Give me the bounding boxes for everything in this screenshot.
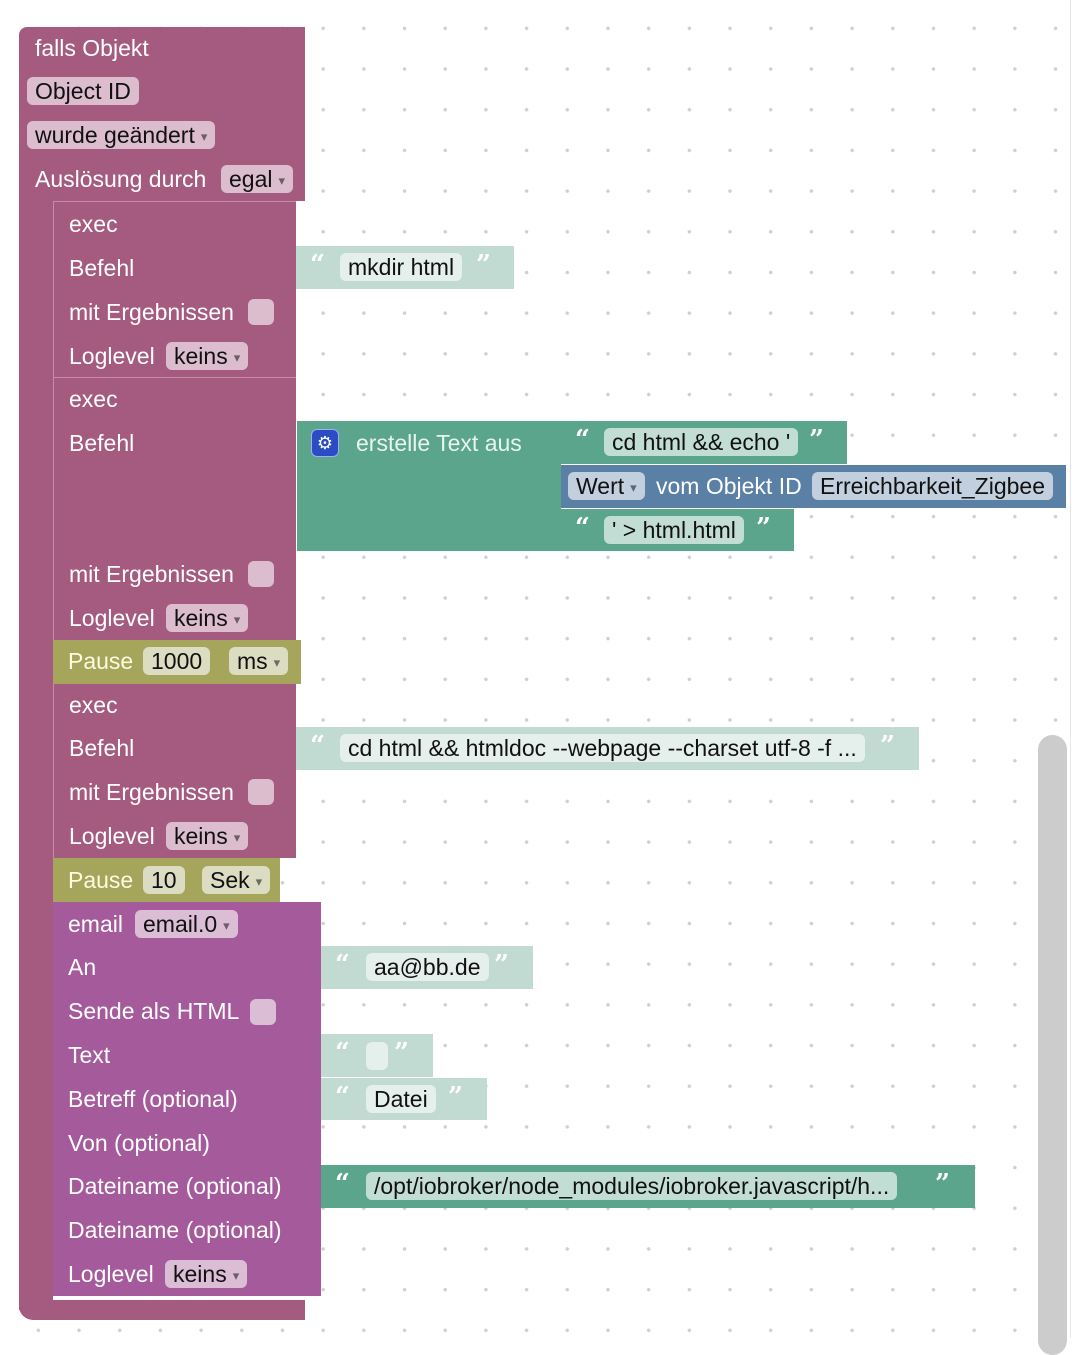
text-block-subject[interactable]: “ Datei ” <box>321 1078 487 1120</box>
exec-title: exec <box>69 386 118 412</box>
filename-label-2: Dateiname (optional) <box>68 1217 282 1243</box>
email-block[interactable]: email email.0 An Sende als HTML Text Bet… <box>53 902 321 1296</box>
pause-block-2[interactable]: Pause 10 Sek <box>53 858 280 902</box>
pause-unit-dropdown[interactable]: Sek <box>202 866 271 894</box>
exec-title: exec <box>69 211 118 237</box>
trigger-block[interactable]: falls Objekt Object ID wurde geändert Au… <box>19 27 305 201</box>
pause-value-field[interactable]: 10 <box>143 866 185 894</box>
text-block-htmldoc[interactable]: “ cd html && htmldoc --webpage --charset… <box>296 727 919 770</box>
text-value[interactable]: ' > html.html <box>604 516 744 544</box>
with-results-checkbox[interactable] <box>248 299 274 325</box>
email-instance-dropdown[interactable]: email.0 <box>135 910 238 938</box>
trigger-by-label: Auslösung durch <box>35 166 207 192</box>
get-mode-dropdown[interactable]: Wert <box>568 472 645 500</box>
open-quote-icon: “ <box>575 513 590 543</box>
get-value-block[interactable]: Wert vom Objekt ID Erreichbarkeit_Zigbee <box>561 465 1066 508</box>
text-value[interactable]: Datei <box>366 1085 436 1113</box>
pause-value-field[interactable]: 1000 <box>143 647 211 675</box>
close-quote-icon: ” <box>880 731 895 761</box>
from-label: Von (optional) <box>68 1130 210 1156</box>
get-label: vom Objekt ID <box>656 473 802 499</box>
open-quote-icon: “ <box>335 1169 350 1199</box>
loglevel-label: Loglevel <box>69 605 155 631</box>
open-quote-icon: “ <box>310 250 325 280</box>
email-title: email <box>68 911 123 937</box>
loglevel-dropdown[interactable]: keins <box>166 604 249 632</box>
close-quote-icon: ” <box>394 1038 409 1068</box>
text-value[interactable] <box>366 1042 388 1070</box>
text-block-part3[interactable]: “ ' > html.html ” <box>561 509 794 551</box>
with-results-label: mit Ergebnissen <box>69 779 234 805</box>
text-block-filename[interactable]: “ /opt/iobroker/node_modules/iobroker.ja… <box>321 1165 975 1208</box>
event-dropdown[interactable]: wurde geändert <box>27 121 216 149</box>
loglevel-label: Loglevel <box>68 1261 154 1287</box>
loglevel-label: Loglevel <box>69 343 155 369</box>
open-quote-icon: “ <box>575 425 590 455</box>
with-results-label: mit Ergebnissen <box>69 299 234 325</box>
loglevel-dropdown[interactable]: keins <box>165 1260 248 1288</box>
trigger-title: falls Objekt <box>35 35 149 61</box>
text-block-mkdir[interactable]: “ mkdir html ” <box>296 246 514 289</box>
to-label: An <box>68 954 97 980</box>
gear-icon[interactable]: ⚙ <box>311 429 339 457</box>
pause-unit-dropdown[interactable]: ms <box>229 647 289 675</box>
text-label: Text <box>68 1042 111 1068</box>
text-value[interactable]: aa@bb.de <box>366 953 489 981</box>
loglevel-label: Loglevel <box>69 823 155 849</box>
send-html-checkbox[interactable] <box>250 999 276 1025</box>
with-results-checkbox[interactable] <box>248 561 274 587</box>
open-quote-icon: “ <box>310 731 325 761</box>
pause-label: Pause <box>68 648 134 674</box>
command-label: Befehl <box>69 430 135 456</box>
text-value[interactable]: cd html && htmldoc --webpage --charset u… <box>340 734 865 762</box>
pause-block-1[interactable]: Pause 1000 ms <box>53 640 301 684</box>
filename-label-1: Dateiname (optional) <box>68 1173 282 1199</box>
join-label: erstelle Text aus <box>356 430 522 456</box>
pause-label: Pause <box>68 867 134 893</box>
with-results-label: mit Ergebnissen <box>69 561 234 587</box>
send-html-label: Sende als HTML <box>68 998 240 1024</box>
trigger-block-bottom <box>19 1300 305 1320</box>
open-quote-icon: “ <box>335 1038 350 1068</box>
workspace-edge <box>1070 0 1071 1338</box>
command-label: Befehl <box>69 255 135 281</box>
trigger-by-dropdown[interactable]: egal <box>221 165 294 193</box>
text-value[interactable]: cd html && echo ' <box>604 428 799 456</box>
command-label: Befehl <box>69 735 135 761</box>
with-results-checkbox[interactable] <box>248 779 274 805</box>
open-quote-icon: “ <box>335 1082 350 1112</box>
text-block-to[interactable]: “ aa@bb.de ” <box>321 946 533 989</box>
loglevel-dropdown[interactable]: keins <box>166 822 249 850</box>
join-text-block[interactable]: ⚙ erstelle Text aus <box>297 421 561 551</box>
close-quote-icon: ” <box>756 513 771 543</box>
vertical-scrollbar[interactable] <box>1038 735 1067 1355</box>
close-quote-icon: ” <box>809 425 824 455</box>
object-id-field[interactable]: Object ID <box>27 77 139 105</box>
exec-block-3[interactable]: exec Befehl mit Ergebnissen Loglevel kei… <box>53 684 296 858</box>
close-quote-icon: ” <box>476 250 491 280</box>
text-block-text[interactable]: “ ” <box>321 1034 433 1077</box>
exec-block-1[interactable]: exec Befehl mit Ergebnissen Loglevel kei… <box>53 201 296 377</box>
subject-label: Betreff (optional) <box>68 1086 238 1112</box>
text-value[interactable]: /opt/iobroker/node_modules/iobroker.java… <box>366 1172 898 1200</box>
text-block-part1[interactable]: “ cd html && echo ' ” <box>561 421 847 464</box>
close-quote-icon: ” <box>935 1169 950 1199</box>
close-quote-icon: ” <box>448 1082 463 1112</box>
trigger-block-spine <box>19 200 53 1310</box>
open-quote-icon: “ <box>335 950 350 980</box>
get-object-field[interactable]: Erreichbarkeit_Zigbee <box>812 472 1054 500</box>
exec-title: exec <box>69 692 118 718</box>
close-quote-icon: ” <box>494 950 509 980</box>
exec-block-2[interactable]: exec Befehl mit Ergebnissen Loglevel kei… <box>53 377 296 640</box>
text-value[interactable]: mkdir html <box>340 253 463 281</box>
loglevel-dropdown[interactable]: keins <box>166 342 249 370</box>
